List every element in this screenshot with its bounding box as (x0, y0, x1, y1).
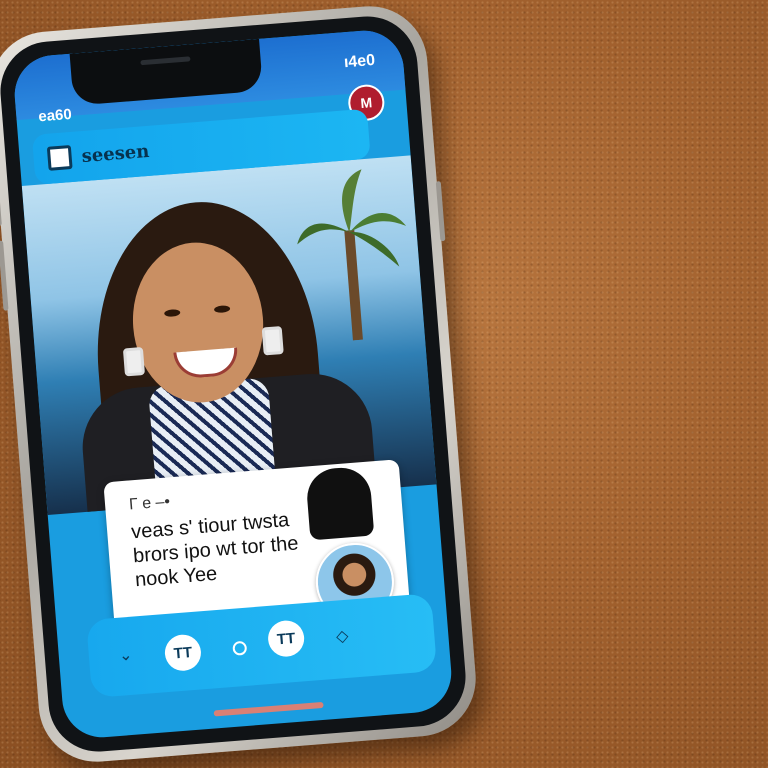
app-logo-icon (46, 144, 73, 171)
phone-bezel: ı4e0 ea60 M seesen Г е –• veas s' tiour … (0, 12, 470, 756)
phone-screen: ı4e0 ea60 M seesen Г е –• veas s' tiour … (11, 27, 455, 741)
right-eye (213, 305, 231, 314)
smile (173, 347, 240, 380)
status-right-text: ı4e0 (343, 51, 376, 72)
camera-notch (69, 38, 264, 106)
chevron-down-icon[interactable]: ⌄ (118, 645, 133, 666)
message-time: Г е –• (128, 493, 171, 514)
nav-dot-icon[interactable] (232, 640, 248, 656)
earring-right (261, 326, 284, 356)
speaker-grille (140, 56, 191, 66)
home-button-icon[interactable]: TT (163, 633, 203, 673)
message-text: veas s' tiour twsta brors ipo wt tor the… (130, 509, 300, 592)
smartphone: ı4e0 ea60 M seesen Г е –• veas s' tiour … (0, 1, 481, 767)
diamond-icon[interactable]: ◇ (335, 626, 350, 647)
volume-up-button (0, 185, 2, 227)
earring-left (122, 346, 146, 377)
header-title: seesen (80, 140, 150, 167)
home-indicator[interactable] (213, 701, 324, 717)
status-left-text: ea60 (37, 105, 73, 126)
video-thumbnail[interactable] (305, 465, 375, 541)
left-eye (163, 308, 181, 318)
chat-button-icon[interactable]: TT (266, 619, 306, 658)
